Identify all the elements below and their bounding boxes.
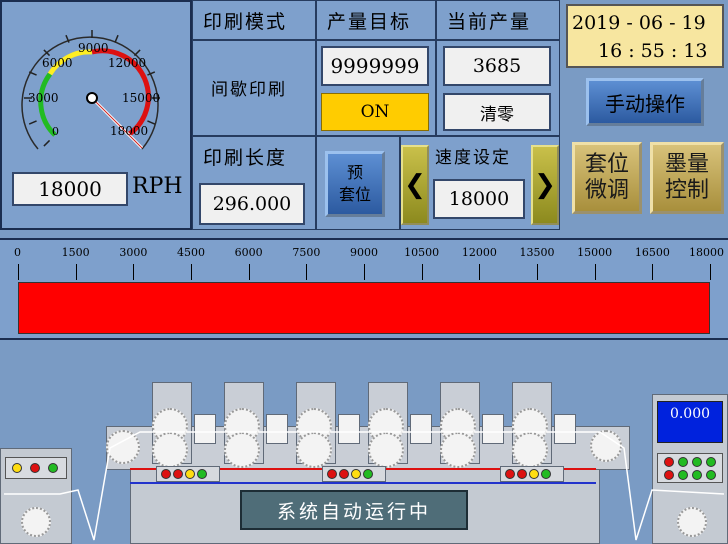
manual-operation-button[interactable]: 手动操作 [586,78,704,126]
speed-bar-tick-label: 1500 [61,246,90,259]
speed-increase-button[interactable]: ❯ [531,145,559,225]
reset-output-button[interactable]: 清零 [443,93,551,131]
preregister-cell: 预 套位 [316,136,400,230]
speed-bar-tick [133,264,135,280]
gauge-tick-mark [147,120,156,125]
speed-bar-tick [537,264,538,280]
gauge-tick-mark [28,120,37,125]
date-text: 2019 - 06 - 19 [572,12,706,34]
current-output-header-cell: 当前产量 [436,0,560,40]
speed-bar-panel: 0 1500 3000 4500 6000 7500 9000 10500 12000 13500… [0,238,728,340]
speed-bar-tick-label: 13500 [519,246,555,259]
current-output-field: 3685 [443,46,551,86]
gauge-tick-mark [133,49,141,57]
speed-bar-tick-label: 15000 [577,246,613,259]
target-output-field[interactable]: 9999999 [321,46,429,86]
speed-bar-tick [191,264,192,280]
current-output-header: 当前产量 [447,11,532,33]
gauge-tick-0: 0 [52,125,59,138]
speed-decrease-button[interactable]: ❮ [401,145,429,225]
gauge-tick-mark [43,139,51,147]
print-mode-value-cell: 间歇印刷 [192,40,316,136]
register-fine-tune-button[interactable]: 套位 微调 [572,142,642,214]
speed-bar-tick-label: 16500 [634,246,670,259]
speed-bar-tick-label: 12000 [461,246,497,259]
gauge-tick-15000: 15000 [122,91,160,105]
print-length-field[interactable]: 296.000 [199,183,305,225]
speed-bar-tick-label: 0 [14,246,21,259]
machine-diagram: 系统自动运行中 0.000 [0,344,728,544]
speed-bar-tick-label: 18000 [689,246,724,259]
target-output-header-cell: 产量目标 [316,0,436,40]
speed-bar-tick-label: 7500 [292,246,321,259]
print-length-header: 印刷长度 [203,147,288,169]
speed-bar-tick-label: 10500 [404,246,440,259]
speed-bar-tick [75,264,77,280]
speed-bar-tick [306,264,308,280]
time-text: 16 : 55 : 13 [598,40,708,62]
speed-setting-cell: 速度设定 ❮ 18000 ❯ [400,136,560,230]
gauge-tick-mark [114,34,119,43]
datetime-display: 2019 - 06 - 19 16 : 55 : 13 [566,4,724,68]
print-mode-header-cell: 印刷模式 [192,0,316,40]
gauge-tick-6000: 6000 [42,56,73,70]
speed-bar-tick [710,264,711,280]
preregister-button[interactable]: 预 套位 [325,151,385,217]
gauge-panel: 0 3000 6000 9000 12000 15000 18000 18000… [0,0,192,230]
speed-bar-tick [364,264,365,280]
print-mode-value: 间歇印刷 [211,80,287,100]
target-output-body: 9999999 ON [316,40,436,136]
target-output-status[interactable]: ON [321,93,429,131]
speed-bar-tick [652,264,654,280]
speed-setting-header: 速度设定 [435,148,511,168]
speed-bar-tick-label: 6000 [234,246,263,259]
gauge-tick-9000: 9000 [78,41,109,55]
speed-bar-tick-label: 9000 [350,246,378,259]
speed-bar-tick [594,264,596,280]
speed-gauge: 0 3000 6000 9000 12000 15000 18000 [21,30,160,150]
speed-bar-tick-label: 4500 [177,246,205,259]
speed-setting-field[interactable]: 18000 [433,179,525,219]
speed-readout: 18000 [12,172,128,206]
web-path [4,431,725,541]
speed-bar-tick [421,264,423,280]
speed-bar-tick [248,264,250,280]
speed-bar-fill [19,283,709,333]
gauge-tick-18000: 18000 [110,124,148,138]
print-mode-header: 印刷模式 [203,11,288,33]
speed-bar-tick [479,264,481,280]
gauge-tick-12000: 12000 [108,56,146,70]
target-output-header: 产量目标 [327,11,412,33]
speed-unit: RPH [132,174,183,199]
speed-bar-tick [18,264,19,280]
ink-control-button[interactable]: 墨量 控制 [650,142,724,214]
speed-bar-tick-label: 3000 [119,246,148,259]
speed-bar-scale: 0 1500 3000 4500 6000 7500 9000 10500 12000 13500… [0,240,728,280]
print-length-cell: 印刷长度 296.000 [192,136,316,230]
speed-bar-track [18,282,710,334]
current-output-body: 3685 清零 [436,40,560,136]
gauge-tick-3000: 3000 [28,91,59,105]
